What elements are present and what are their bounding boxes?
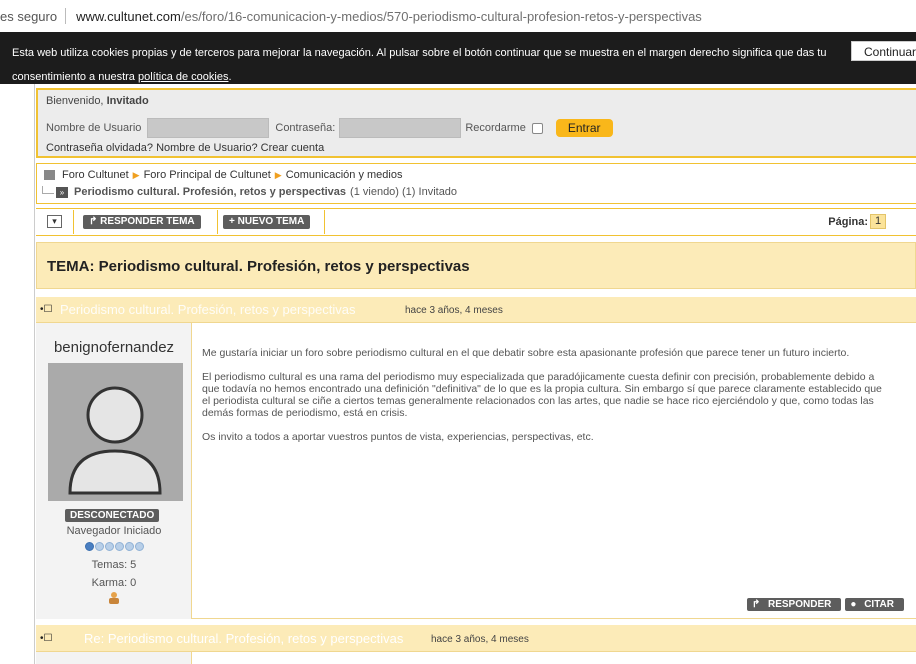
username-input[interactable] <box>147 118 270 138</box>
post-paragraph: Os invito a todos a aportar vuestros pun… <box>202 431 594 443</box>
tree-branch-icon <box>42 186 54 194</box>
collapse-container: ▾ <box>38 210 74 234</box>
rank-indicator <box>85 542 144 551</box>
rank-dot <box>135 542 144 551</box>
post-link-icon[interactable]: •☐ <box>40 304 52 315</box>
current-topic[interactable]: Periodismo cultural. Profesión, retos y … <box>74 186 346 198</box>
author-profile <box>36 652 192 664</box>
author-topics: Temas: 5 <box>91 559 137 571</box>
address-separator <box>65 8 67 24</box>
toolbar-divider <box>217 210 218 234</box>
post <box>36 652 916 664</box>
page-number[interactable]: 1 <box>870 214 886 229</box>
cookie-banner: Esta web utiliza cookies propias y de te… <box>0 32 916 84</box>
url-path: /es/foro/16-comunicacion-y-medios/570-pe… <box>180 8 702 24</box>
post-actions: ↱ RESPONDER ● CITAR <box>746 598 904 611</box>
welcome-user: Invitado <box>106 95 149 107</box>
post-header: •☐ Periodismo cultural. Profesión, retos… <box>36 297 916 323</box>
cookie-message: Esta web utiliza cookies propias y de te… <box>12 47 827 83</box>
login-box: Bienvenido, Invitado Nombre de Usuario C… <box>36 88 916 158</box>
quote-button[interactable]: ● CITAR <box>845 598 904 611</box>
address-bar[interactable]: es seguro www.cultunet.com/es/foro/16-co… <box>0 0 916 32</box>
cookie-period: . <box>228 71 232 83</box>
gender-icon <box>109 592 119 604</box>
url-host: www.cultunet.com <box>76 8 181 24</box>
reply-label: RESPONDER <box>763 598 837 611</box>
reply-topic-label: RESPONDER TEMA <box>100 216 195 227</box>
post-subject: Re: Periodismo cultural. Profesión, reto… <box>84 631 404 646</box>
topic-header: TEMA: Periodismo cultural. Profesión, re… <box>36 242 916 289</box>
forum-icon <box>44 170 55 180</box>
page-left-border <box>34 84 35 664</box>
reply-button[interactable]: ↱ RESPONDER <box>746 598 842 611</box>
topic-icon: » <box>56 186 68 198</box>
breadcrumb: Foro Cultunet ▶ Foro Principal de Cultun… <box>36 163 916 204</box>
page-label: Página: <box>828 216 868 228</box>
author-karma: Karma: 0 <box>91 577 137 589</box>
login-button[interactable]: Entrar <box>555 119 613 137</box>
post-body: Me gustaría iniciar un foro sobre period… <box>202 347 882 455</box>
username-label: Nombre de Usuario <box>46 122 142 134</box>
rank-dot <box>95 542 104 551</box>
post-header: •☐ Re: Periodismo cultural. Profesión, r… <box>36 625 916 652</box>
account-links[interactable]: Contraseña olvidada? Nombre de Usuario? … <box>46 142 324 154</box>
post-link-icon[interactable]: •☐ <box>40 633 52 644</box>
welcome-text: Bienvenido, Invitado <box>46 95 149 107</box>
viewer-count: (1 viendo) (1) Invitado <box>350 186 458 198</box>
login-row: Nombre de Usuario Contraseña: Recordarme… <box>46 118 613 138</box>
new-topic-label: NUEVO TEMA <box>237 216 305 227</box>
topic-toolbar: ▾ ↱ RESPONDER TEMA + NUEVO TEMA Página: … <box>36 208 916 236</box>
password-input[interactable] <box>339 118 462 138</box>
new-topic-button[interactable]: + NUEVO TEMA <box>223 215 311 229</box>
cookie-continue-button[interactable]: Continuar <box>851 41 916 61</box>
chevron-right-icon: ▶ <box>132 169 140 180</box>
post-paragraph: Me gustaría iniciar un foro sobre period… <box>202 347 850 359</box>
rank-dot <box>115 542 124 551</box>
breadcrumb-item-main[interactable]: Foro Principal de Cultunet <box>144 169 271 181</box>
password-label: Contraseña: <box>275 122 336 134</box>
author-name[interactable]: benignofernandez <box>36 339 192 356</box>
post: benignofernandez DESCONECTADO Navegador … <box>36 323 916 619</box>
cookie-text: Esta web utiliza cookies propias y de te… <box>12 41 850 89</box>
breadcrumb-item-forum[interactable]: Foro Cultunet <box>62 169 129 181</box>
cookie-policy-link[interactable]: política de cookies <box>138 71 229 83</box>
breadcrumb-item-category[interactable]: Comunicación y medios <box>286 169 403 181</box>
remember-checkbox[interactable] <box>531 122 543 134</box>
post-subject: Periodismo cultural. Profesión, retos y … <box>60 302 356 317</box>
chevron-down-icon[interactable]: ▾ <box>47 215 62 228</box>
default-avatar-icon <box>48 363 183 501</box>
rank-dot <box>105 542 114 551</box>
status-badge: DESCONECTADO <box>65 509 160 522</box>
breadcrumb-current: » Periodismo cultural. Profesión, retos … <box>42 186 457 198</box>
avatar[interactable] <box>48 363 183 501</box>
post-time: hace 3 años, 4 meses <box>405 305 503 316</box>
reply-topic-button[interactable]: ↱ RESPONDER TEMA <box>83 215 201 229</box>
toolbar-divider <box>324 210 325 234</box>
post-time: hace 3 años, 4 meses <box>431 634 529 645</box>
post-paragraph: El periodismo cultural es una rama del p… <box>202 371 882 419</box>
quote-label: CITAR <box>859 598 899 611</box>
chevron-right-icon: ▶ <box>274 169 282 180</box>
rank-dot <box>125 542 134 551</box>
remember-label: Recordarme <box>465 122 526 134</box>
breadcrumb-path: Foro Cultunet ▶ Foro Principal de Cultun… <box>44 169 402 181</box>
security-status[interactable]: es seguro <box>0 9 57 24</box>
author-profile: benignofernandez DESCONECTADO Navegador … <box>36 323 192 619</box>
rank-dot <box>85 542 94 551</box>
welcome-prefix: Bienvenido, <box>46 95 104 107</box>
topic-title: TEMA: Periodismo cultural. Profesión, re… <box>47 258 470 275</box>
author-rank: Navegador Iniciado <box>66 525 162 537</box>
